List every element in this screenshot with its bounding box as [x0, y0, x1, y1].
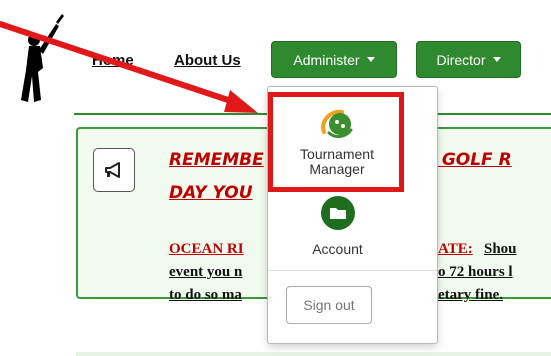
- caret-down-icon: [492, 57, 501, 62]
- administer-label: Administer: [293, 51, 360, 68]
- announcement-heading-left: REMEMBE: [169, 150, 264, 170]
- announcement-toggle-button[interactable]: [93, 148, 135, 192]
- caret-down-icon: [366, 57, 375, 62]
- director-label: Director: [436, 51, 486, 68]
- megaphone-icon: [105, 162, 120, 178]
- golfer-logo: [21, 14, 64, 102]
- notice-line2-right: o 72 hours l: [438, 264, 513, 280]
- sign-out-button[interactable]: Sign out: [286, 286, 372, 324]
- notice-title-right: ATE:: [438, 241, 473, 257]
- dropdown-divider: [268, 270, 437, 271]
- director-dropdown-button[interactable]: Director: [416, 41, 521, 78]
- account-label: Account: [312, 241, 363, 257]
- notice-line3-left: to do so ma: [169, 287, 242, 303]
- annotation-highlight-box: [268, 92, 404, 192]
- next-panel-edge: [76, 352, 551, 356]
- administer-dropdown-button[interactable]: Administer: [271, 41, 397, 78]
- nav-home-link[interactable]: Home: [92, 52, 134, 69]
- notice-line3-right: etary fine.: [438, 287, 503, 303]
- nav-about-link[interactable]: About Us: [174, 52, 241, 69]
- folder-icon: [320, 196, 355, 230]
- account-menu-item[interactable]: Account: [300, 196, 375, 257]
- announcement-heading-line2: DAY YOU: [169, 183, 253, 203]
- notice-line2-left: event you n: [169, 264, 243, 280]
- notice-text-right: Shou: [484, 241, 517, 257]
- notice-title-left: OCEAN RI: [169, 241, 244, 257]
